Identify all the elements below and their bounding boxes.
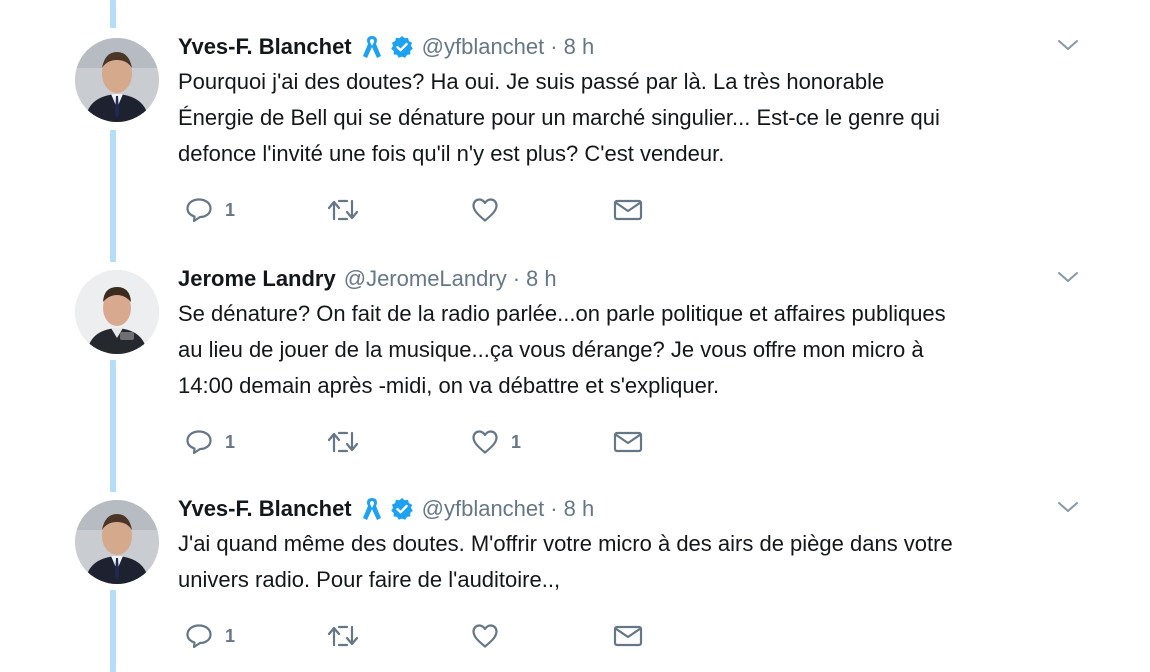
direct-message-button[interactable] (613, 196, 643, 224)
username[interactable]: @yfblanchet (422, 34, 545, 60)
retweet-icon (327, 199, 359, 221)
ribbon-icon (362, 496, 382, 522)
retweet-button[interactable] (327, 428, 371, 456)
direct-message-icon (613, 199, 643, 221)
tweet-text: J'ai quand même des doutes. M'offrir vot… (178, 531, 953, 592)
tweet-header: Yves-F. Blanchet @yfblanchet · 8 h (178, 494, 594, 524)
username[interactable]: @yfblanchet (422, 496, 545, 522)
caret-down-icon[interactable] (1057, 38, 1079, 57)
caret-down-icon[interactable] (1057, 500, 1079, 519)
thread-line (110, 0, 116, 28)
tweet-header: Yves-F. Blanchet @yfblanchet · 8 h (178, 32, 594, 62)
reply-button[interactable]: 1 (185, 622, 235, 650)
reply-count: 1 (225, 199, 236, 220)
display-name[interactable]: Yves-F. Blanchet (178, 496, 352, 522)
direct-message-button[interactable] (613, 428, 643, 456)
like-icon (472, 198, 498, 222)
reply-icon (186, 624, 212, 649)
direct-message-icon (613, 431, 643, 453)
tweet-header: Jerome Landry @JeromeLandry · 8 h (178, 264, 557, 294)
retweet-button[interactable] (327, 196, 371, 224)
like-count: 1 (511, 431, 522, 452)
like-button[interactable]: 1 (471, 428, 521, 456)
retweet-icon (327, 431, 359, 453)
retweet-button[interactable] (327, 622, 371, 650)
direct-message-icon (613, 625, 643, 647)
timestamp[interactable]: 8 h (564, 34, 595, 60)
direct-message-button[interactable] (613, 622, 643, 650)
reply-count: 1 (225, 431, 236, 452)
retweet-icon (327, 625, 359, 647)
timestamp[interactable]: 8 h (526, 266, 557, 292)
ribbon-icon (362, 34, 382, 60)
display-name[interactable]: Yves-F. Blanchet (178, 34, 352, 60)
avatar[interactable] (75, 270, 159, 354)
separator-dot: · (550, 34, 558, 59)
reply-icon (186, 198, 212, 223)
avatar[interactable] (75, 500, 159, 584)
thread-line (110, 130, 116, 262)
reply-button[interactable]: 1 (185, 428, 235, 456)
thread-line (110, 360, 116, 492)
thread-line (110, 590, 116, 672)
tweet-text: Se dénature? On fait de la radio parlée.… (178, 301, 946, 398)
reply-count: 1 (225, 625, 236, 646)
verified-badge-icon (390, 35, 414, 59)
timestamp[interactable]: 8 h (564, 496, 595, 522)
like-icon (472, 430, 498, 454)
like-button[interactable] (471, 196, 511, 224)
separator-dot: · (512, 266, 521, 291)
verified-badge-icon (390, 497, 414, 521)
reply-button[interactable]: 1 (185, 196, 235, 224)
reply-icon (186, 430, 212, 455)
display-name[interactable]: Jerome Landry (178, 266, 336, 292)
username[interactable]: @JeromeLandry (344, 266, 507, 292)
like-button[interactable] (471, 622, 511, 650)
tweet-text: Pourquoi j'ai des doutes? Ha oui. Je sui… (178, 69, 940, 166)
like-icon (472, 624, 498, 648)
caret-down-icon[interactable] (1057, 270, 1079, 289)
separator-dot: · (550, 496, 558, 521)
avatar[interactable] (75, 38, 159, 122)
